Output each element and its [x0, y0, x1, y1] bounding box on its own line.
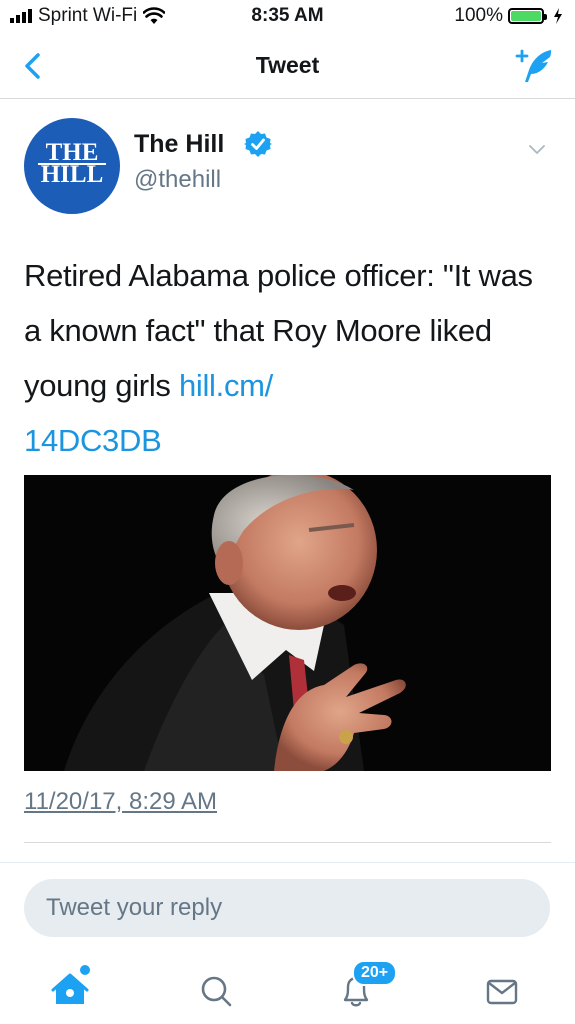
photo-illustration	[24, 475, 551, 771]
chevron-down-icon	[529, 145, 545, 154]
tab-messages[interactable]	[472, 960, 532, 1016]
tab-home[interactable]	[40, 960, 100, 1016]
author-handle[interactable]: @thehill	[134, 166, 221, 194]
verified-badge-icon	[244, 131, 272, 157]
tweet-link-part2: 14DC3DB	[24, 423, 162, 458]
tweet-body: Retired Alabama police officer: "It was …	[24, 258, 533, 403]
compose-tweet-icon	[515, 49, 551, 82]
reply-input[interactable]: Tweet your reply	[24, 879, 550, 937]
status-right: 100%	[454, 5, 563, 27]
compose-tweet-button[interactable]	[515, 46, 555, 86]
tweet-text: Retired Alabama police officer: "It was …	[24, 248, 544, 468]
avatar-logo-line2: HILL	[40, 161, 104, 188]
status-bar: Sprint Wi-Fi 8:35 AM 100%	[0, 0, 575, 34]
search-icon	[201, 976, 232, 1007]
battery-icon	[508, 8, 547, 24]
messages-icon	[486, 979, 518, 1005]
notification-badge: 20+	[352, 960, 398, 986]
tweet-header: THE HILL The Hill @thehill	[24, 118, 554, 218]
tab-search[interactable]	[186, 960, 246, 1016]
nav-bar: Tweet	[0, 34, 575, 99]
charging-icon	[554, 8, 562, 24]
tweet-timestamp[interactable]: 11/20/17, 8:29 AM	[24, 788, 217, 816]
tweet-link-part1: hill.cm/	[178, 368, 273, 403]
reply-bar: Tweet your reply	[0, 862, 575, 953]
home-icon	[51, 965, 90, 1004]
battery-percent: 100%	[454, 5, 503, 26]
tweet-photo[interactable]	[24, 475, 551, 771]
tweet-options-button[interactable]	[526, 138, 548, 160]
avatar[interactable]: THE HILL	[24, 118, 120, 214]
tab-bar: 20+	[0, 952, 575, 1024]
divider	[24, 842, 551, 843]
author-name[interactable]: The Hill	[134, 130, 224, 159]
page-title: Tweet	[255, 52, 320, 78]
